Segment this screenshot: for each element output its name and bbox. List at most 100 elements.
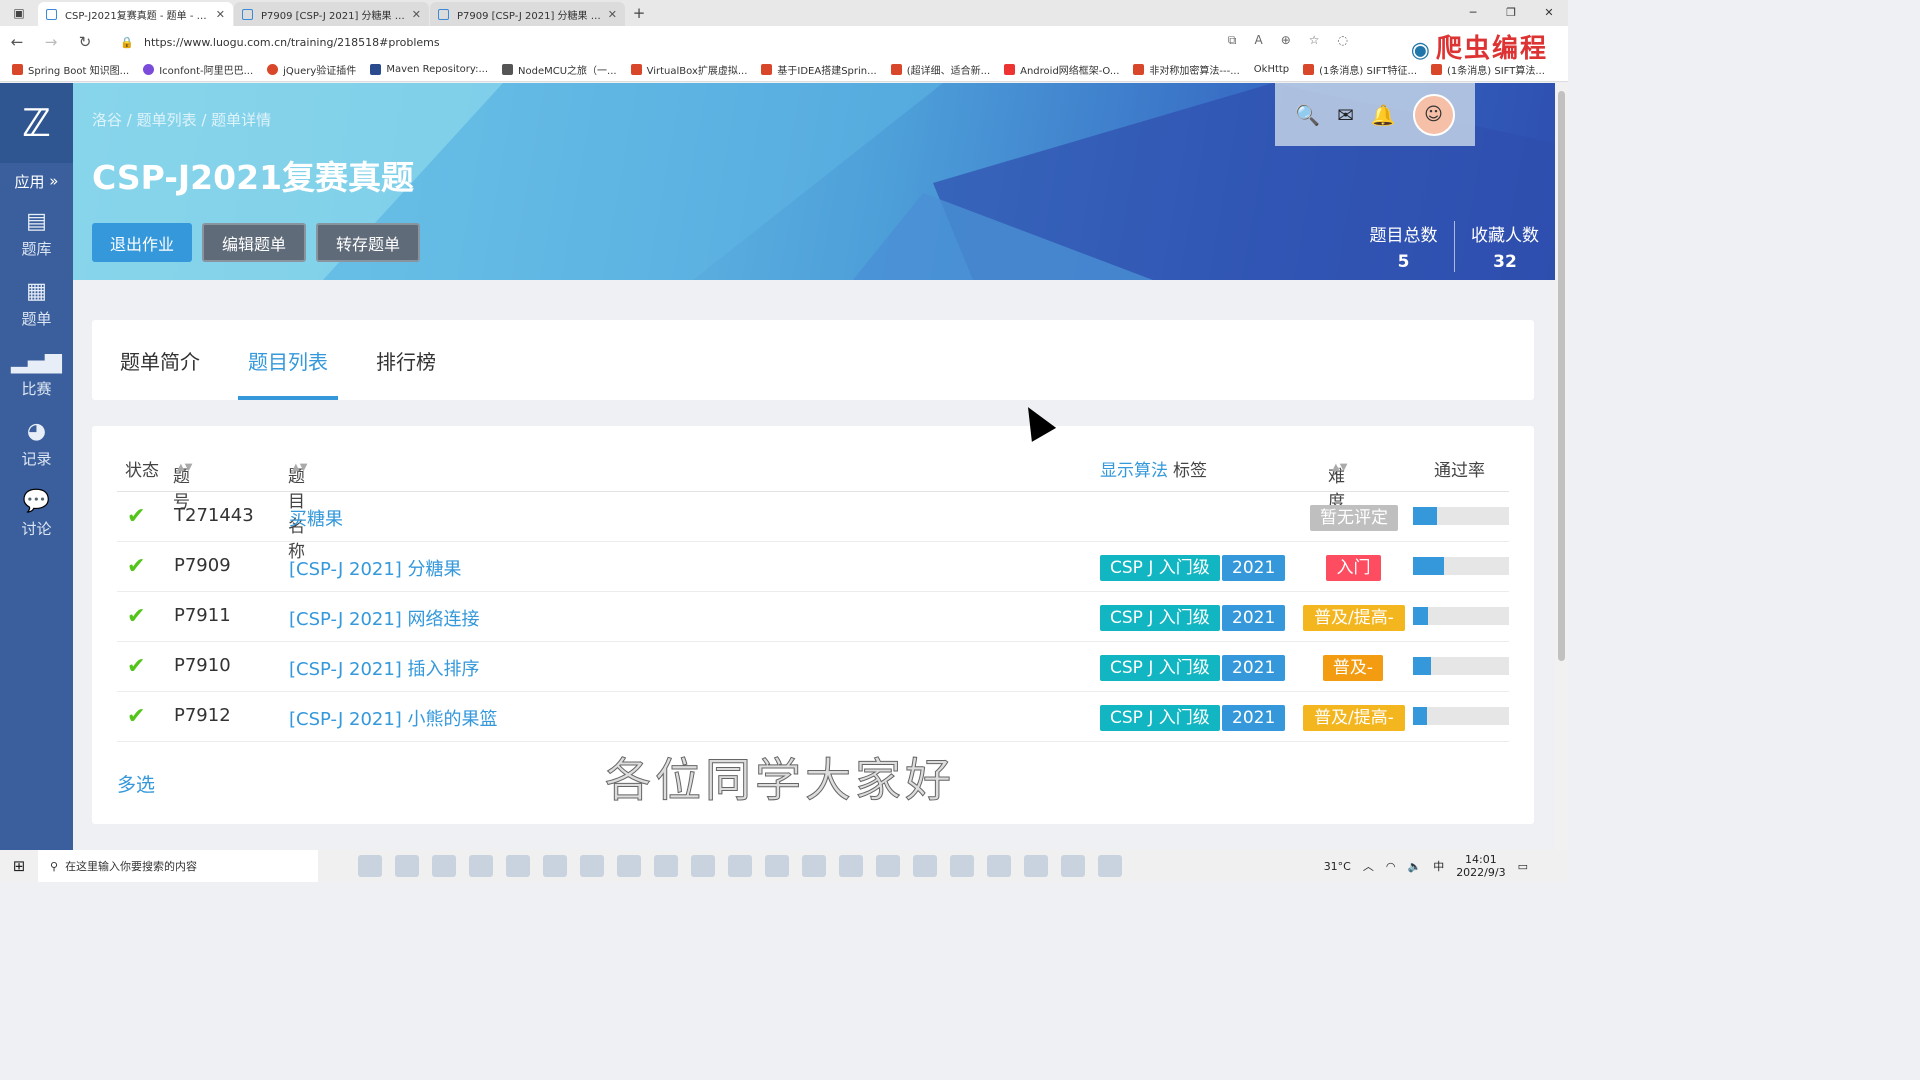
clock[interactable]: 14:01 2022/9/3	[1456, 853, 1505, 879]
app-icon[interactable]	[987, 855, 1011, 877]
notification-icon[interactable]: ▭	[1518, 860, 1528, 873]
app-icon[interactable]	[876, 855, 900, 877]
page-scrollbar[interactable]	[1555, 83, 1568, 850]
bookmark[interactable]: Maven Repository:...	[370, 64, 488, 75]
close-tab-icon[interactable]: ✕	[216, 8, 225, 21]
sort-icon[interactable]: ▲▼	[177, 462, 192, 473]
url-field[interactable]: 🔒 https://www.luogu.com.cn/training/2185…	[120, 31, 1120, 53]
year-tag-badge[interactable]: 2021	[1222, 655, 1286, 681]
forward-icon[interactable]: →	[34, 33, 68, 51]
favorite-icon[interactable]: ☆	[1309, 33, 1320, 48]
problem-name-link[interactable]: [CSP-J 2021] 插入排序	[289, 655, 480, 681]
vscode-icon[interactable]	[802, 855, 826, 877]
avatar[interactable]: ☺	[1412, 93, 1455, 136]
bookmark[interactable]: Spring Boot 知识图...	[12, 62, 129, 77]
search-icon[interactable]: 🔍	[1295, 103, 1320, 127]
multi-select-link[interactable]: 多选	[117, 770, 155, 797]
problem-name-link[interactable]: [CSP-J 2021] 分糖果	[289, 555, 462, 581]
browser-tab-2[interactable]: P7909 [CSP-J 2021] 分糖果 - 洛谷 ✕	[234, 2, 429, 26]
app-icon[interactable]	[617, 855, 641, 877]
app-icon[interactable]	[1061, 855, 1085, 877]
app-icon[interactable]	[765, 855, 789, 877]
tag-badge[interactable]: CSP J 入门级	[1100, 555, 1220, 581]
bookmark[interactable]: Iconfont-阿里巴巴...	[143, 62, 253, 77]
bookmark[interactable]: Android网络框架-O...	[1004, 62, 1119, 77]
app-menu-toggle[interactable]: 应用 »	[0, 163, 73, 199]
app-icon[interactable]	[1024, 855, 1048, 877]
app-icon[interactable]	[358, 855, 382, 877]
bookmark[interactable]: 非对称加密算法---...	[1133, 62, 1240, 77]
tab-problem-list[interactable]: 题目列表	[238, 320, 338, 400]
bookmark[interactable]: 基于IDEA搭建Sprin...	[761, 62, 877, 77]
extension-icon[interactable]: ◌	[1338, 33, 1348, 48]
problem-name-link[interactable]: 买糖果	[289, 505, 343, 531]
save-list-button[interactable]: 转存题单	[316, 223, 421, 262]
app-icon[interactable]	[395, 855, 419, 877]
exit-assignment-button[interactable]: 退出作业	[92, 223, 193, 262]
year-tag-badge[interactable]: 2021	[1222, 705, 1286, 731]
show-algorithm-link[interactable]: 显示算法	[1100, 456, 1168, 481]
close-window-icon[interactable]: ✕	[1530, 0, 1568, 26]
input-method-icon[interactable]: 中	[1433, 858, 1444, 874]
taskbar-search-input[interactable]: ⚲ 在这里输入你要搜索的内容	[38, 850, 318, 882]
app-icon[interactable]	[543, 855, 567, 877]
bookmark[interactable]: NodeMCU之旅（一...	[502, 62, 617, 77]
volume-icon[interactable]: 🔈	[1407, 860, 1421, 873]
year-tag-badge[interactable]: 2021	[1222, 605, 1286, 631]
bookmark[interactable]: OkHttp	[1254, 64, 1289, 75]
tag-badge[interactable]: CSP J 入门级	[1100, 655, 1220, 681]
app-icon[interactable]	[691, 855, 715, 877]
tab-intro[interactable]: 题单简介	[110, 320, 210, 400]
bell-icon[interactable]: 🔔	[1371, 103, 1396, 127]
refresh-icon[interactable]: ↻	[68, 33, 102, 51]
app-icon[interactable]	[728, 855, 752, 877]
zoom-icon[interactable]: ⊕	[1281, 33, 1291, 48]
browser-tab-1[interactable]: CSP-J2021复赛真题 - 题单 - 洛谷 ✕	[38, 2, 233, 26]
chevron-up-icon[interactable]: ︿	[1363, 858, 1374, 874]
sidebar-item-record[interactable]: ◕ 记录	[0, 409, 73, 479]
window-menu-icon[interactable]: ▣	[0, 0, 38, 26]
folder-icon[interactable]	[432, 855, 456, 877]
browser-tab-3[interactable]: P7909 [CSP-J 2021] 分糖果 - 洛谷 ✕	[430, 2, 625, 26]
breadcrumb[interactable]: 洛谷 / 题单列表 / 题单详情	[92, 109, 271, 130]
sort-icon[interactable]: ▲▼	[292, 462, 307, 473]
app-icon[interactable]	[913, 855, 937, 877]
sort-icon[interactable]: ▲▼	[1332, 462, 1347, 473]
app-icon[interactable]	[839, 855, 863, 877]
bookmark[interactable]: (1条消息) SIFT特征...	[1303, 62, 1417, 77]
restore-icon[interactable]: ❐	[1492, 0, 1530, 26]
bookmark[interactable]: jQuery验证插件	[267, 62, 356, 77]
close-tab-icon[interactable]: ✕	[608, 8, 617, 21]
sidebar-item-discuss[interactable]: 💬 讨论	[0, 479, 73, 549]
new-tab-button[interactable]: +	[626, 2, 652, 26]
open-app-icon[interactable]: ⧉	[1228, 33, 1237, 48]
scrollbar-thumb[interactable]	[1558, 91, 1565, 661]
app-icon[interactable]	[654, 855, 678, 877]
app-icon[interactable]	[1098, 855, 1122, 877]
read-aloud-icon[interactable]: A	[1254, 33, 1262, 48]
sidebar-item-training[interactable]: ▦ 题单	[0, 269, 73, 339]
close-tab-icon[interactable]: ✕	[412, 8, 421, 21]
year-tag-badge[interactable]: 2021	[1222, 555, 1286, 581]
problem-name-link[interactable]: [CSP-J 2021] 网络连接	[289, 605, 480, 631]
tag-badge[interactable]: CSP J 入门级	[1100, 705, 1220, 731]
app-icon[interactable]	[469, 855, 493, 877]
bookmark[interactable]: VirtualBox扩展虚拟...	[630, 62, 747, 77]
tab-ranking[interactable]: 排行榜	[366, 320, 446, 400]
app-icon[interactable]	[580, 855, 604, 877]
back-icon[interactable]: ←	[0, 33, 34, 51]
sidebar-item-contest[interactable]: ▂▄▆ 比赛	[0, 339, 73, 409]
edit-list-button[interactable]: 编辑题单	[202, 223, 307, 262]
wifi-icon[interactable]: ◠	[1386, 860, 1396, 873]
bookmark[interactable]: (超详细、适合新...	[890, 62, 990, 77]
mail-icon[interactable]: ✉	[1337, 103, 1354, 127]
sidebar-item-problems[interactable]: ▤ 题库	[0, 199, 73, 269]
problem-name-link[interactable]: [CSP-J 2021] 小熊的果篮	[289, 705, 498, 731]
edge-icon[interactable]	[950, 855, 974, 877]
weather-text[interactable]: 31°C	[1324, 860, 1351, 873]
luogu-logo-icon[interactable]: ℤ	[0, 83, 73, 163]
firefox-icon[interactable]	[506, 855, 530, 877]
tag-badge[interactable]: CSP J 入门级	[1100, 605, 1220, 631]
windows-start-icon[interactable]: ⊞	[0, 857, 38, 875]
minimize-icon[interactable]: ─	[1454, 0, 1492, 26]
